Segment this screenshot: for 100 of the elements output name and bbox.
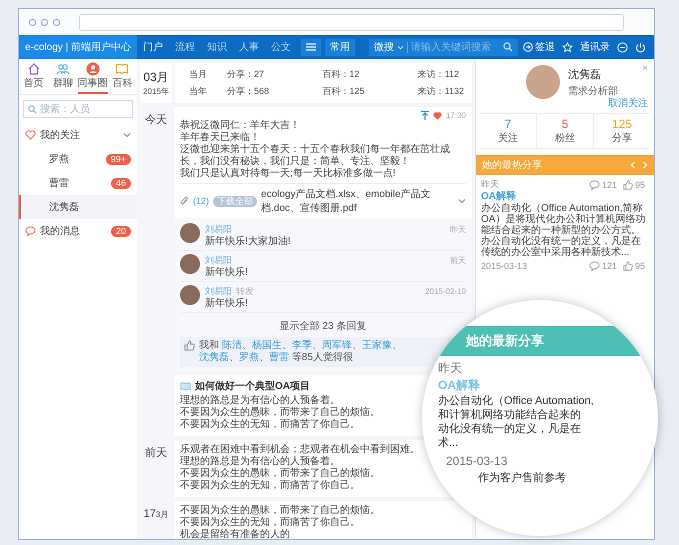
stats-value: 分享：568 [227,85,270,98]
avatar-placeholder [180,223,200,243]
close-button[interactable]: × [642,63,648,74]
power-icon[interactable] [635,42,646,52]
day-label: 今天 [145,114,167,126]
sidebar-group[interactable]: 我的消息 [40,224,80,238]
contact-item[interactable]: 曹雷 46 [19,171,137,195]
contact-name: 沈隽磊 [49,200,79,214]
post-text: 理想的路总是为有信心的人预备着。 [180,456,340,468]
share-date: 昨天 [481,178,499,190]
reply-time: 前天 [450,255,466,266]
user-link[interactable]: 李季 [292,340,312,351]
sign-out-link[interactable]: 签退 [523,40,555,54]
user-link[interactable]: 沈隽磊 [199,352,229,363]
nav-tab[interactable]: 人事 [233,40,265,54]
contact-item[interactable]: 罗燕 99+ [19,147,137,171]
latest-shares-title: 她的最新分享 [466,332,544,350]
avatar-placeholder [180,285,200,305]
search-scope-dropdown[interactable]: 微搜 [374,40,394,54]
pin-icon[interactable] [420,111,429,120]
user-link[interactable]: 杨国生 [252,340,282,351]
user-link[interactable]: 刘易阳 [205,254,232,267]
like-count: 95 [634,261,645,271]
show-all-replies-link[interactable]: 显示全部 23 条回复 [280,321,366,332]
common-button[interactable]: 常用 [325,38,355,56]
post-time: 17:30 [446,111,466,120]
sidebar-group[interactable]: 我的关注 [40,128,80,142]
user-link[interactable]: 刘易阳 [205,285,232,298]
comment-count: 121 [602,261,617,271]
share-text: 和计算机网络功能结合起来的 [438,408,581,422]
share-title-link[interactable]: OA解释 [438,377,480,394]
chevron-down-icon[interactable] [458,198,466,204]
user-link[interactable]: 王家豫 [362,340,392,351]
user-link[interactable]: 周军锋 [322,340,352,351]
contact-item[interactable]: 沈隽磊 [19,195,137,219]
post-text: 不要因为众生的无知，而痛苦了你自己。 [180,517,360,528]
arrow-circle-icon [523,42,533,52]
book-icon [180,382,191,390]
hot-shares-title: 她的最热分享 [482,158,542,172]
sidebar-tab[interactable]: 同事圈 [78,59,108,94]
day-label: 173月 [144,508,168,520]
sidebar-tab[interactable]: 群聊 [48,59,78,94]
stats-value: 来访：1132 [418,85,464,98]
user-link[interactable]: 陈清 [222,340,242,351]
people-icon [56,62,70,76]
count-value[interactable]: 7 [504,117,512,131]
stats-value: 百科：125 [322,85,366,98]
chevron-left-icon[interactable] [630,161,636,169]
count-value[interactable]: 5 [562,117,568,131]
nav-tab[interactable]: 门户 [137,40,169,54]
nav-tab[interactable]: 知识 [201,40,233,54]
thumbs-up-icon[interactable] [622,180,633,190]
count-label: 分享 [612,132,632,145]
sidebar-tab[interactable]: 首页 [19,59,48,94]
nav-tab[interactable]: 公文 [265,40,297,54]
paperclip-icon [180,196,189,206]
search-icon [28,104,37,114]
user-link[interactable]: 罗燕 [239,352,259,363]
reply-text: 新年快乐! [205,267,249,278]
share-text: 动化没有统一的定义，凡是在 [438,422,581,436]
share-text: 术... [438,436,458,450]
profile-photo-placeholder [526,65,560,99]
home-icon [26,62,41,76]
count-label: 关注 [498,132,518,145]
nav-tab[interactable]: 流程 [169,40,201,54]
minus-circle-icon[interactable] [617,42,628,52]
stats-period: 当月 [189,68,208,81]
attachment-files[interactable]: ecology产品文档.xlsx、emobile产品文档.doc、宣传图册.pdf [261,187,454,215]
unfollow-link[interactable]: 取消关注 [608,96,648,110]
user-link[interactable]: 曹雷 [269,352,289,363]
user-link[interactable]: 刘易阳 [205,223,232,236]
stats-value: 分享：27 [227,68,266,81]
count-label: 粉丝 [555,132,575,145]
post-text: 不要因为众生的无知，而痛苦了你自己。 [180,480,360,492]
share-text: 办公自动化（Office Automation, [438,394,594,408]
share-date: 2015-03-13 [481,261,528,271]
share-title-link[interactable]: OA解释 [481,191,649,203]
month-label: 03月 [143,69,169,86]
count-value[interactable]: 125 [612,117,632,131]
search-icon[interactable] [503,42,513,52]
chevron-down-icon[interactable] [123,132,131,138]
app-title: e-cology | 前端用户中心 [19,35,137,59]
star-icon[interactable] [562,42,573,52]
chevron-right-icon[interactable] [642,161,648,169]
contacts-link[interactable]: 通讯录 [580,40,610,54]
menu-button[interactable] [301,38,321,56]
count-badge: 99+ [106,154,131,164]
sidebar-tab[interactable]: 百科 [108,59,137,94]
comment-icon[interactable] [588,180,600,190]
reply-tag: 转发 [236,285,254,298]
heart-icon[interactable] [432,112,442,120]
post-text: 不要因为众生的愚昧，而带来了自己的烦恼。 [180,468,380,480]
share-date: 昨天 [438,360,462,377]
comment-icon[interactable] [588,261,600,271]
book-icon [115,62,130,76]
article-title[interactable]: 如何做好一个典型OA项目 [195,379,310,393]
heart-icon [25,130,36,140]
thumbs-up-icon[interactable] [622,261,633,271]
search-bar[interactable]: 搜索：人员 [23,100,133,118]
post-text: 泛微也迎来第十五个春天：十五个春秋我们每一年都在茁壮成长，我们没有秘诀，我们只是：简单、专注、坚毅！ [180,144,451,168]
